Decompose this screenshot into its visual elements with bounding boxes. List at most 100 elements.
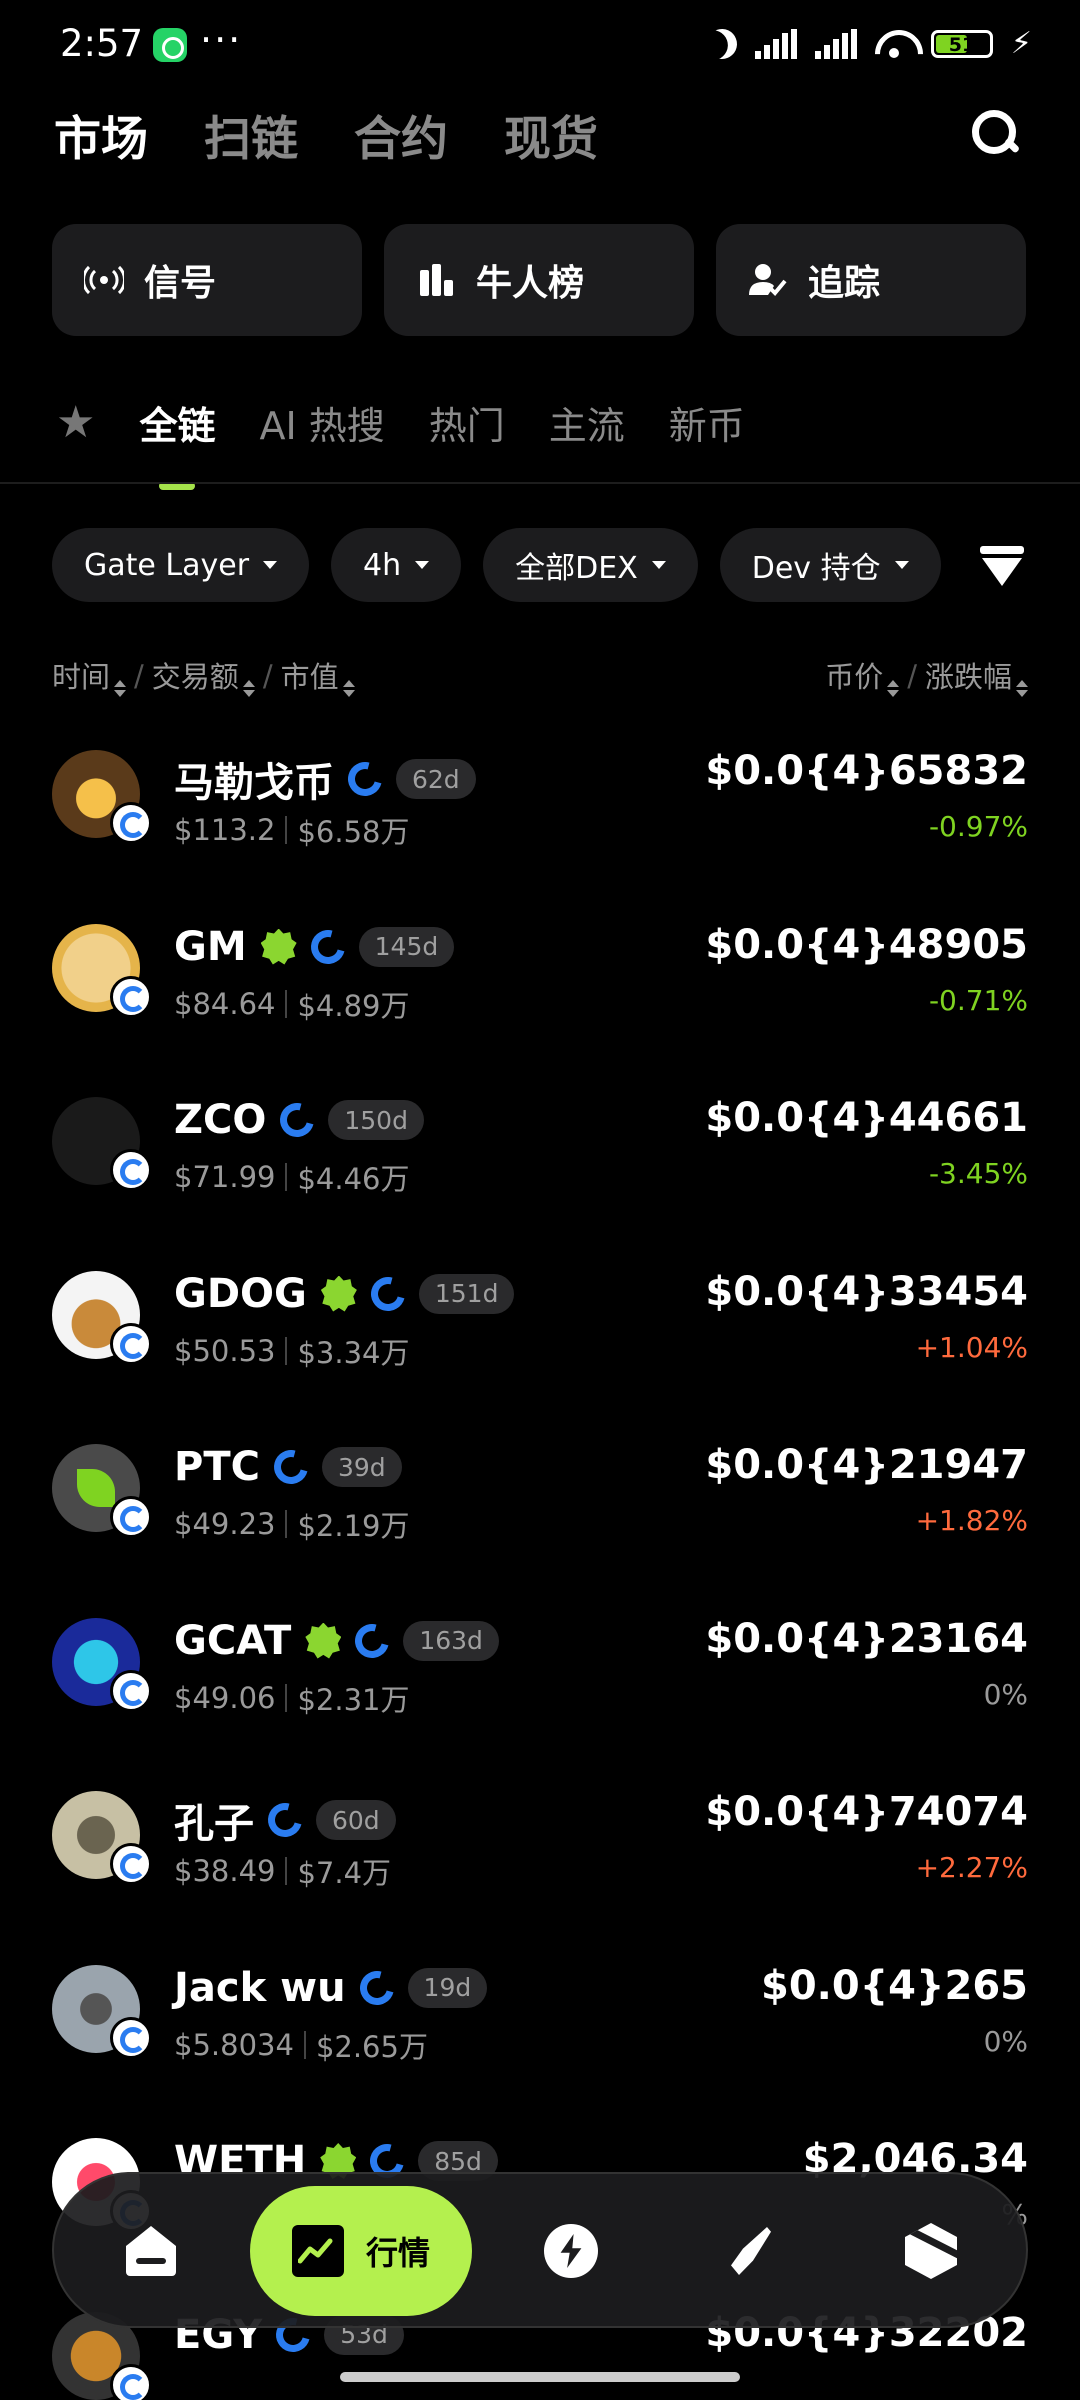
token-name: 马勒戈币 [174,760,334,806]
dex-filter-label: 全部DEX [515,551,638,586]
top-tab-futures[interactable]: 合约 [354,100,448,169]
token-market-cap: $4.46万 [297,1162,410,1196]
nav-lightning[interactable] [526,2206,616,2296]
token-change: -0.71% [928,983,1028,1017]
nav-web3[interactable] [886,2206,976,2296]
top-tab-scan[interactable]: 扫链 [204,100,298,169]
token-price: $0.0{4}44661 [705,1095,1028,1141]
token-stats: $71.99 $4.46万 [174,1156,410,1198]
caret-down-icon [894,561,909,569]
search-icon[interactable] [972,110,1018,156]
token-row[interactable]: 马勒戈币 62d $113.2 $6.58万 $0.0{4}65832 -0.97% [0,722,1080,896]
age-badge: 163d [403,1620,499,1661]
sort-market-cap[interactable]: 市值 [281,654,355,697]
tab-ai-trending[interactable]: AI 热搜 [259,395,384,450]
charging-icon: ⚡ [1010,26,1032,61]
token-name: Jack wu [174,1964,346,2011]
signal-icon [754,28,797,59]
battery-icon: 51 [930,29,993,58]
chain-badge-icon [110,1496,152,1538]
sort-header-left: 时间 / 交易额 / 市值 [52,654,355,697]
token-name-line: GM 145d [174,923,455,970]
token-change: 0% [983,2024,1028,2058]
stat-divider [285,1683,288,1712]
token-name: PTC [174,1444,260,1490]
token-name-line: ZCO 150d [174,1096,424,1144]
token-row[interactable]: ZCO 150d $71.99 $4.46万 $0.0{4}44661 -3.45% [0,1069,1080,1243]
token-market-cap: $3.34万 [297,1335,410,1370]
token-stats: $84.64 $4.89万 [174,983,410,1025]
token-volume: $49.23 [174,1507,276,1541]
token-price: $0.0{4}23164 [705,1615,1028,1662]
signal-button[interactable]: 信号 [52,224,362,336]
sort-time[interactable]: 时间 [52,654,127,697]
stat-divider [285,1163,288,1191]
token-name: 孔子 [174,1801,254,1847]
token-volume: $49.06 [174,1680,276,1715]
sort-change[interactable]: 涨跌幅 [925,654,1028,697]
token-change: -3.45% [928,1157,1028,1190]
chain-filter[interactable]: Gate Layer [52,528,310,602]
token-price: $0.0{4}65832 [705,748,1028,794]
token-name: GDOG [174,1270,307,1317]
tabs-divider [0,482,1080,484]
timeframe-filter-label: 4h [363,547,402,583]
sort-volume[interactable]: 交易额 [152,654,255,697]
nav-market-label: 行情 [365,2234,430,2272]
token-market-cap: $4.89万 [297,988,410,1023]
token-change: -0.97% [928,810,1028,843]
nav-market[interactable]: 行情 [250,2186,472,2316]
token-name-line: PTC 39d [174,1443,402,1491]
token-market-cap: $7.4万 [297,1856,392,1890]
token-price: $0.0{4}21947 [705,1442,1028,1488]
token-row[interactable]: GM 145d $84.64 $4.89万 $0.0{4}48905 -0.71% [0,896,1080,1070]
more-notifications-icon: ··· [200,18,243,62]
stat-divider [285,816,288,844]
gate-chain-icon [349,1617,396,1664]
gate-chain-icon [364,1270,412,1317]
nav-launch[interactable] [706,2206,796,2296]
token-row[interactable]: GDOG 151d $50.53 $3.34万 $0.0{4}33454 +1.04% [0,1243,1080,1417]
token-row[interactable]: 孔子 60d $38.49 $7.4万 $0.0{4}74074 +2.27% [0,1763,1080,1937]
token-name: GM [174,923,247,970]
sort-price[interactable]: 币价 [825,654,900,697]
status-time: 2:57 [60,22,144,65]
chain-badge-icon [110,1322,152,1365]
token-row[interactable]: GCAT 163d $49.06 $2.31万 $0.0{4}23164 0% [0,1590,1080,1764]
age-badge: 150d [328,1100,424,1140]
gate-chain-icon [304,923,351,970]
ranking-button[interactable]: 牛人榜 [384,224,694,336]
token-change: 0% [983,1677,1028,1711]
timeframe-filter[interactable]: 4h [331,528,462,602]
token-row[interactable]: Jack wu 19d $5.8034 $2.65万 $0.0{4}265 0% [0,1937,1080,2111]
track-button[interactable]: 追踪 [716,224,1026,336]
funnel-icon[interactable] [980,546,1024,586]
tab-hot[interactable]: 热门 [429,395,505,450]
chain-badge-icon [110,1149,152,1191]
dev-holding-filter[interactable]: Dev 持仓 [719,528,941,602]
track-button-label: 追踪 [808,263,881,304]
token-name: ZCO [174,1097,267,1143]
home-indicator [340,2372,740,2382]
stat-divider [285,1336,288,1365]
token-name-line: GDOG 151d [174,1270,515,1317]
token-name: GCAT [174,1617,292,1664]
tab-new-coins[interactable]: 新币 [669,395,745,450]
top-tab-market[interactable]: 市场 [54,100,148,169]
tab-mainstream[interactable]: 主流 [549,395,625,450]
bottom-nav: 行情 [52,2172,1028,2328]
token-price: $0.0{4}48905 [705,921,1028,968]
top-tab-spot[interactable]: 现货 [504,100,598,169]
nav-home[interactable] [106,2206,196,2296]
token-name-line: 马勒戈币 62d [174,750,476,808]
ranking-icon [416,260,456,300]
lightning-icon [544,2224,598,2278]
star-icon[interactable]: ★ [56,397,95,448]
top-nav: 市场 扫链 合约 现货 [54,100,598,169]
token-row[interactable]: PTC 39d $49.23 $2.19万 $0.0{4}21947 +1.82% [0,1416,1080,1590]
token-change: +1.82% [915,1504,1028,1537]
tab-all-chains[interactable]: 全链 [139,395,215,490]
dex-filter[interactable]: 全部DEX [483,528,698,602]
status-icons: 51 ⚡ [707,26,1032,61]
caret-down-icon [263,561,278,569]
